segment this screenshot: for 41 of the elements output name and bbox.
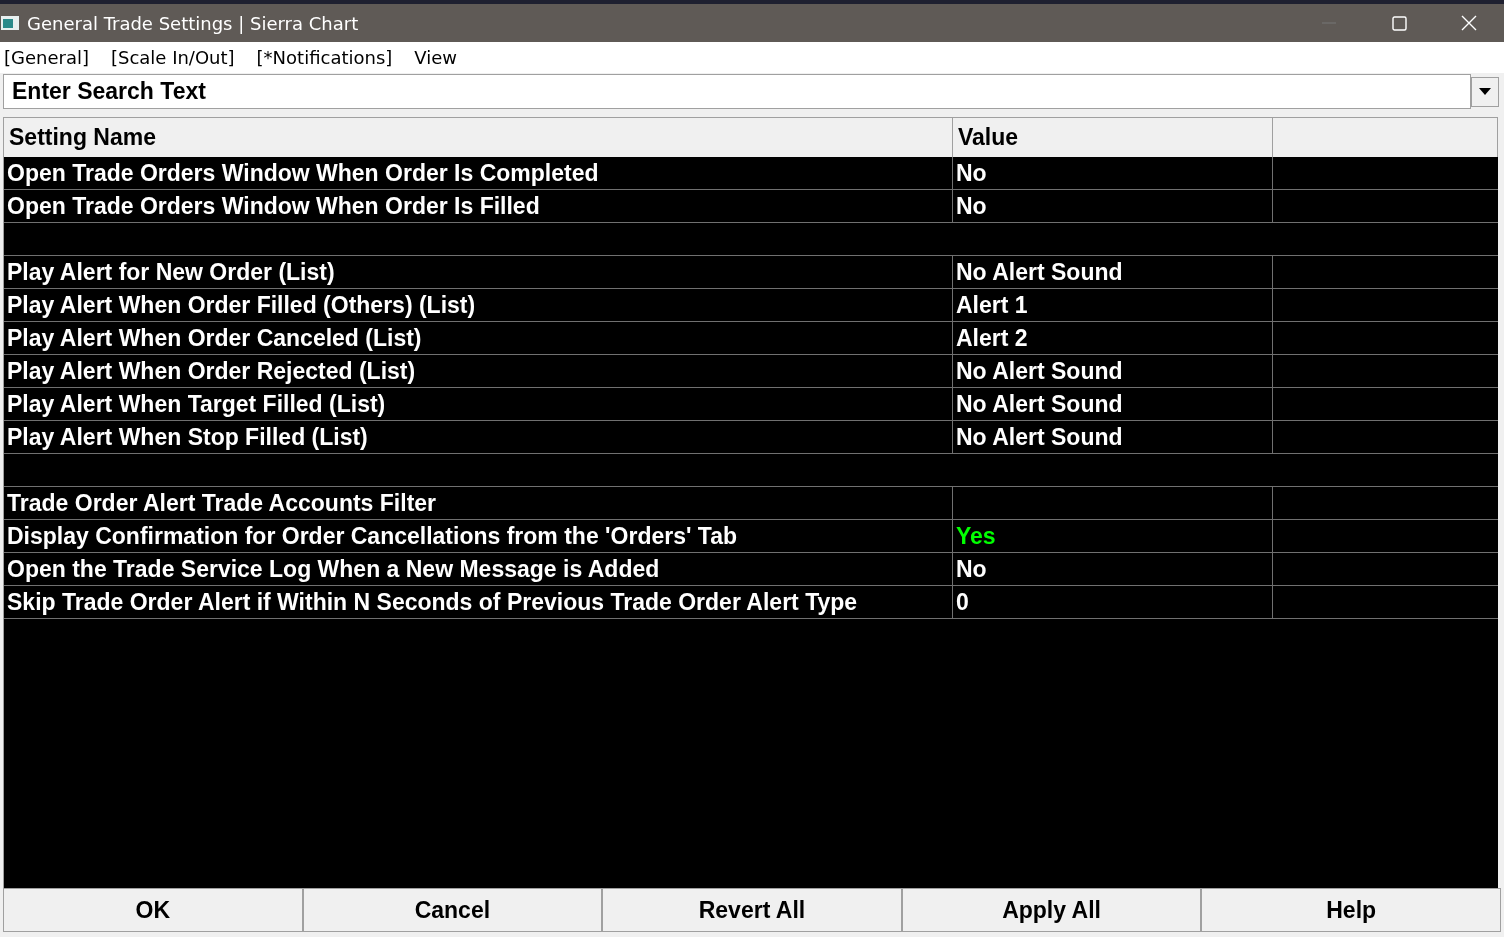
dialog-button[interactable]: Cancel	[302, 888, 603, 932]
setting-value[interactable]: Alert 1	[956, 287, 1028, 323]
setting-name: Play Alert When Order Filled (Others) (List)	[7, 290, 476, 320]
search-field[interactable]: Enter Search Text	[3, 74, 1471, 109]
setting-name: Play Alert When Order Rejected (List)	[7, 356, 416, 386]
dialog-button[interactable]: OK	[3, 888, 303, 932]
setting-name: Open the Trade Service Log When a New Message is Added	[7, 554, 660, 584]
setting-value[interactable]: No Alert Sound	[956, 386, 1123, 422]
setting-value[interactable]: No Alert Sound	[956, 254, 1123, 290]
app-icon	[1, 16, 19, 30]
setting-value[interactable]: Yes	[956, 518, 996, 554]
setting-name: Skip Trade Order Alert if Within N Seconds of Previous Trade Order Alert Type	[7, 587, 858, 617]
setting-name: Play Alert When Order Canceled (List)	[7, 323, 422, 353]
setting-value[interactable]: No	[956, 551, 987, 587]
setting-name: Open Trade Orders Window When Order Is Completed	[7, 158, 599, 188]
close-icon	[1461, 15, 1477, 31]
dialog-button[interactable]: Apply All	[901, 888, 1202, 932]
dropdown-button[interactable]	[1471, 76, 1499, 107]
setting-value[interactable]: No Alert Sound	[956, 353, 1123, 389]
menu-item[interactable]: [*Notifications]	[256, 44, 393, 71]
column-header: Setting Name	[9, 123, 156, 153]
dialog-button[interactable]: Help	[1201, 888, 1501, 932]
setting-name: Display Confirmation for Order Cancellations from the 'Orders' Tab	[7, 521, 738, 551]
setting-value[interactable]: No	[956, 188, 987, 224]
column-header: Value	[958, 123, 1019, 153]
menu-item[interactable]: [Scale In/Out]	[111, 44, 235, 71]
setting-name: Open Trade Orders Window When Order Is Filled	[7, 191, 540, 221]
caret-icon	[1479, 88, 1491, 95]
menu-item[interactable]: [General]	[4, 44, 89, 71]
setting-name: Trade Order Alert Trade Accounts Filter	[7, 488, 437, 518]
maximize-icon	[1391, 15, 1407, 31]
dialog-button[interactable]: Revert All	[602, 888, 902, 932]
setting-value[interactable]: 0	[956, 584, 969, 620]
setting-value[interactable]: No Alert Sound	[956, 419, 1123, 455]
setting-value[interactable]: No	[956, 155, 987, 191]
setting-name: Play Alert When Stop Filled (List)	[7, 422, 368, 452]
window-title: General Trade Settings | Sierra Chart	[27, 11, 359, 36]
setting-name: Play Alert for New Order (List)	[7, 257, 335, 287]
setting-value[interactable]: Alert 2	[956, 320, 1028, 356]
menu-item[interactable]: View	[414, 44, 457, 71]
setting-name: Play Alert When Target Filled (List)	[7, 389, 386, 419]
